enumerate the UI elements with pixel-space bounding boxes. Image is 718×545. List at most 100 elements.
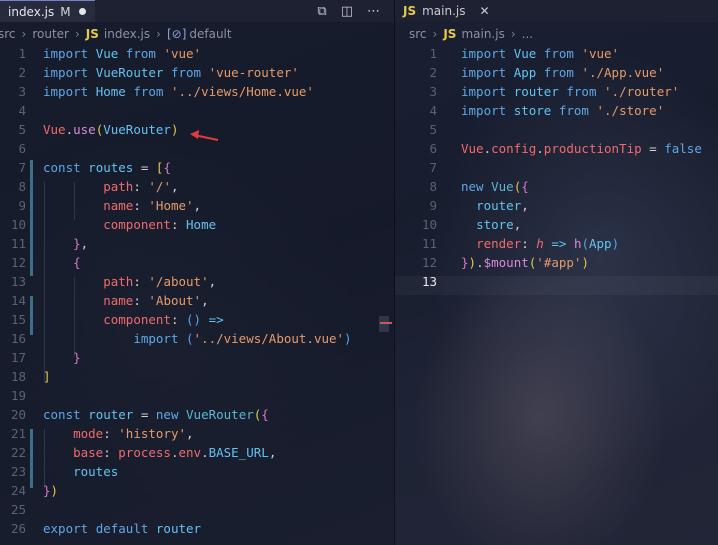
code-line[interactable]: 10 store, bbox=[395, 215, 718, 234]
code-line[interactable]: 11 render: h => h(App) bbox=[395, 234, 718, 253]
code-line[interactable]: 12}).$mount('#app') bbox=[395, 253, 718, 272]
code-token: : bbox=[170, 312, 187, 327]
code-line[interactable]: 13 bbox=[395, 272, 718, 291]
code-token: ) bbox=[611, 236, 620, 251]
code-line[interactable]: 10 component: Home bbox=[0, 215, 394, 234]
line-number: 8 bbox=[429, 179, 437, 194]
line-number: 18 bbox=[10, 369, 26, 384]
line-number: 22 bbox=[10, 445, 26, 460]
code-text: }).$mount('#app') bbox=[461, 253, 589, 272]
code-line[interactable]: 3 import router from './router' bbox=[395, 82, 718, 101]
code-line[interactable]: 1 import Vue from 'vue' bbox=[395, 44, 718, 63]
breadcrumb-file[interactable]: index.js bbox=[104, 27, 150, 41]
code-token: Vue bbox=[513, 46, 537, 61]
code-token: ] bbox=[43, 369, 51, 384]
code-text: import Vue from 'vue' bbox=[461, 44, 619, 63]
code-token: { bbox=[73, 255, 81, 270]
code-token: 'vue' bbox=[581, 46, 620, 61]
code-token: { bbox=[521, 179, 529, 194]
code-text: }, bbox=[43, 234, 88, 253]
code-line[interactable]: 21 mode: 'history', bbox=[0, 424, 394, 443]
line-number: 3 bbox=[429, 84, 437, 99]
code-line[interactable]: 11 }, bbox=[0, 234, 394, 253]
code-editor-right[interactable]: 1 import Vue from 'vue' 2 import App from '… bbox=[395, 44, 718, 291]
line-number: 23 bbox=[10, 464, 26, 479]
breadcrumb-src[interactable]: src bbox=[409, 27, 427, 41]
line-number: 21 bbox=[10, 426, 26, 441]
code-token: mode bbox=[73, 426, 104, 441]
code-line[interactable]: 1 import Vue from 'vue' bbox=[0, 44, 394, 63]
breadcrumb-src[interactable]: src bbox=[0, 27, 16, 41]
code-line[interactable]: 9 name: 'Home', bbox=[0, 196, 394, 215]
code-line[interactable]: 22 base: process.env.BASE_URL, bbox=[0, 443, 394, 462]
code-token: Vue bbox=[95, 46, 119, 61]
code-line[interactable]: 4 bbox=[0, 101, 394, 120]
code-line[interactable]: 4 import store from './store' bbox=[395, 101, 718, 120]
code-token: ) bbox=[344, 331, 352, 346]
code-line[interactable]: 9 router, bbox=[395, 196, 718, 215]
breadcrumb-router[interactable]: router bbox=[32, 27, 69, 41]
code-line[interactable]: 3 import Home from '../views/Home.vue' bbox=[0, 82, 394, 101]
code-line[interactable]: 25 bbox=[0, 500, 394, 519]
code-line[interactable]: 18] bbox=[0, 367, 394, 386]
tab-main-js[interactable]: JS main.js ✕ bbox=[395, 0, 498, 22]
unsaved-dot-icon[interactable] bbox=[78, 8, 86, 15]
code-token: false bbox=[664, 141, 702, 156]
tab-bar-left: index.js M ⧉ ◫ ⋯ bbox=[0, 0, 394, 22]
code-token: { bbox=[163, 160, 171, 175]
scrollbar[interactable] bbox=[379, 316, 389, 332]
line-number: 19 bbox=[10, 388, 26, 403]
code-token: path bbox=[103, 274, 134, 289]
code-line[interactable]: 12 { bbox=[0, 253, 394, 272]
line-number: 1 bbox=[18, 46, 26, 61]
code-text: new Vue({ bbox=[461, 177, 529, 196]
code-line[interactable]: 2 import VueRouter from 'vue-router' bbox=[0, 63, 394, 82]
breadcrumb-file[interactable]: main.js bbox=[461, 27, 504, 41]
code-line[interactable]: 20 const router = new VueRouter({ bbox=[0, 405, 394, 424]
breadcrumb-more[interactable]: ... bbox=[522, 27, 533, 41]
code-token: render bbox=[476, 236, 522, 251]
code-line[interactable]: 17 } bbox=[0, 348, 394, 367]
breadcrumb-symbol[interactable]: default bbox=[189, 27, 231, 41]
code-token: use bbox=[73, 122, 96, 137]
code-token: , bbox=[186, 426, 194, 441]
code-token: store bbox=[513, 103, 552, 118]
code-line[interactable]: 6 Vue.config.productionTip = false bbox=[395, 139, 718, 158]
compare-icon[interactable]: ⧉ bbox=[317, 4, 326, 19]
code-line[interactable]: 13 path: '/about', bbox=[0, 272, 394, 291]
code-line[interactable]: 7 const routes = [{ bbox=[0, 158, 394, 177]
split-editor-icon[interactable]: ◫ bbox=[341, 4, 353, 19]
code-token: . bbox=[170, 445, 179, 460]
code-editor-left[interactable]: 1 import Vue from 'vue' 2 import VueRouter … bbox=[0, 44, 394, 538]
code-line[interactable]: 7 bbox=[395, 158, 718, 177]
code-token: , bbox=[521, 198, 529, 213]
code-line[interactable]: 2 import App from './App.vue' bbox=[395, 63, 718, 82]
line-number: 9 bbox=[429, 198, 437, 213]
code-line[interactable]: 16 import ('../views/About.vue') bbox=[0, 329, 394, 348]
more-icon[interactable]: ⋯ bbox=[367, 4, 380, 19]
code-line[interactable]: 24}) bbox=[0, 481, 394, 500]
code-token: import bbox=[133, 331, 179, 346]
code-line[interactable]: 23 routes bbox=[0, 462, 394, 481]
code-line[interactable]: 5 bbox=[395, 120, 718, 139]
code-line[interactable]: 8 path: '/', bbox=[0, 177, 394, 196]
tab-index-js[interactable]: index.js M bbox=[0, 0, 95, 22]
code-token: } bbox=[43, 483, 51, 498]
code-token: router bbox=[155, 521, 202, 536]
code-token: import bbox=[461, 84, 507, 99]
code-token: ( bbox=[186, 331, 194, 346]
code-line[interactable]: 26 export default router bbox=[0, 519, 394, 538]
close-icon[interactable]: ✕ bbox=[480, 4, 490, 18]
code-line[interactable]: 19 bbox=[0, 386, 394, 405]
chevron-right-icon: › bbox=[432, 27, 438, 41]
code-line[interactable]: 14 name: 'About', bbox=[0, 291, 394, 310]
code-token: : bbox=[103, 445, 119, 460]
code-line[interactable]: 8 new Vue({ bbox=[395, 177, 718, 196]
code-line[interactable]: 15 component: () => bbox=[0, 310, 394, 329]
